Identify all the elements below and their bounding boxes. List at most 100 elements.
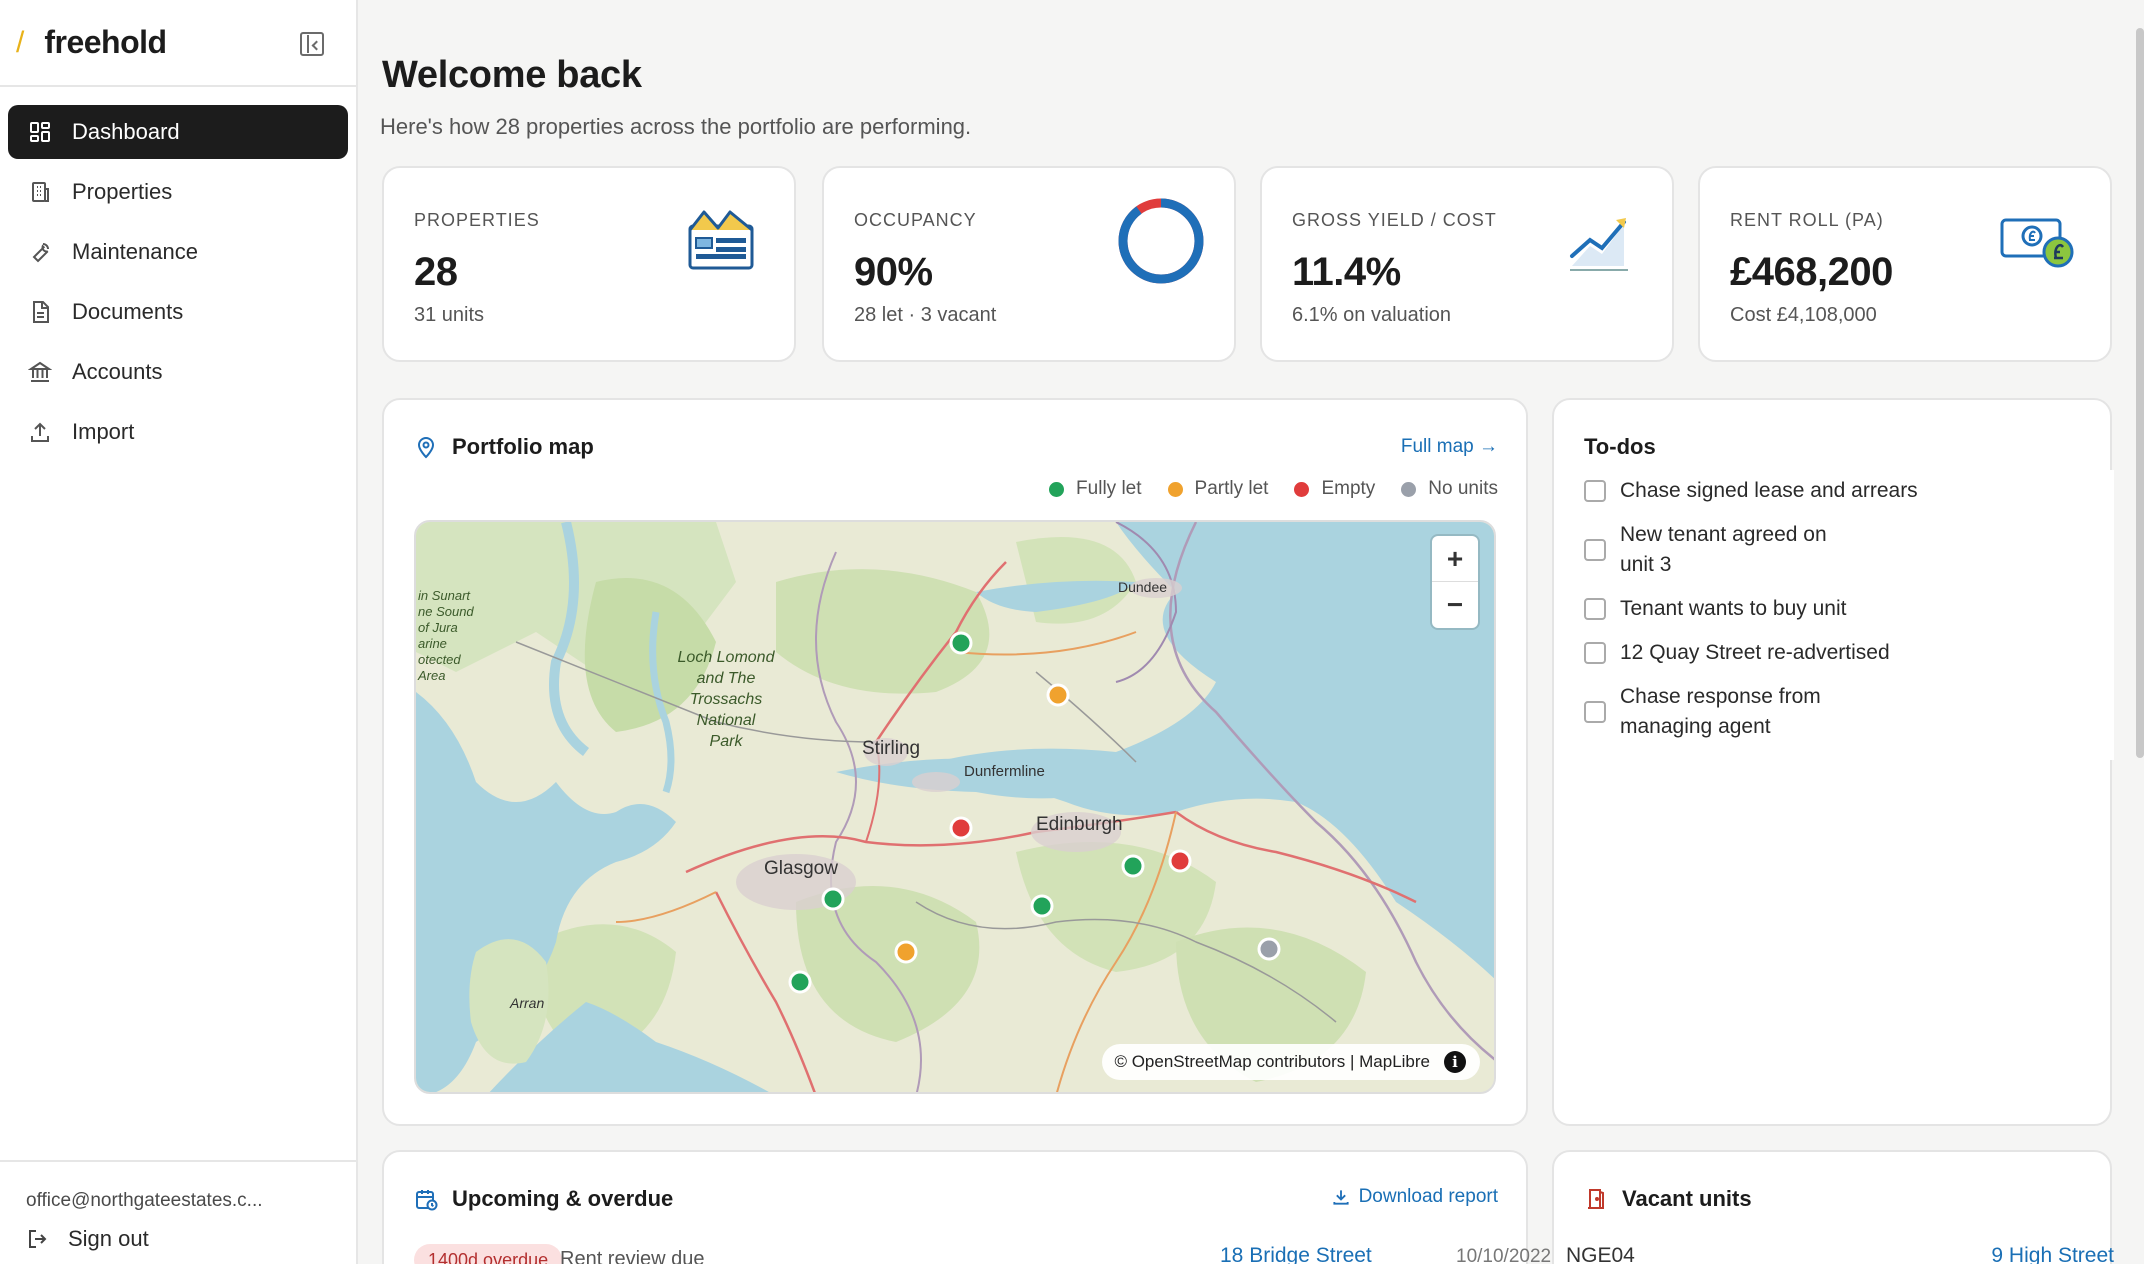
sidebar-item-accounts[interactable]: Accounts: [8, 345, 348, 399]
property-marker[interactable]: [894, 940, 918, 964]
full-map-link[interactable]: Full map →: [1401, 436, 1498, 458]
sign-out-label: Sign out: [68, 1226, 149, 1251]
map-label: ne Sound: [418, 604, 474, 619]
map-canvas[interactable]: Dundee Loch Lomond and The Trossachs Nat…: [414, 520, 1496, 1094]
stat-value: £468,200: [1730, 250, 1893, 294]
map-label: Loch Lomond: [678, 649, 776, 666]
upcoming-header: Upcoming & overdue: [414, 1186, 673, 1212]
upcoming-title: Upcoming & overdue: [452, 1186, 674, 1211]
upload-icon: [28, 420, 52, 444]
legend-label: Fully let: [1076, 478, 1142, 499]
map-attribution: © OpenStreetMap contributors | MapLibre …: [1102, 1044, 1480, 1080]
property-marker[interactable]: [1257, 937, 1281, 961]
vacant-property-link[interactable]: 9 High Street: [1991, 1244, 2114, 1264]
sidebar-item-import[interactable]: Import: [8, 405, 348, 459]
zoom-out-button[interactable]: −: [1432, 582, 1478, 628]
stat-sub: 6.1% on valuation: [1292, 304, 1452, 326]
download-label: Download report: [1358, 1186, 1498, 1207]
property-marker[interactable]: [1168, 849, 1192, 873]
stat-value: 11.4%: [1292, 250, 1401, 294]
stat-card-properties: PROPERTIES 28 31 units: [382, 166, 796, 362]
sidebar-item-documents[interactable]: Documents: [8, 285, 348, 339]
map-label: Glasgow: [764, 858, 838, 879]
zoom-in-button[interactable]: +: [1432, 536, 1478, 582]
map-label: in Sunart: [418, 588, 471, 603]
document-icon: [28, 300, 52, 324]
todo-checkbox[interactable]: [1584, 480, 1606, 502]
user-email: office@northgateestates.c...: [26, 1190, 263, 1211]
trend-up-icon: [1570, 218, 1628, 271]
legend-dot: [1049, 481, 1065, 497]
map-label: arine: [418, 636, 447, 651]
vacant-title: Vacant units: [1622, 1186, 1752, 1211]
occupancy-ring-icon: [1118, 198, 1204, 284]
todo-item: New tenant agreed on unit 3: [1584, 520, 1964, 580]
legend-label: No units: [1428, 478, 1498, 499]
bank-icon: [27, 360, 53, 384]
stat-sub: 28 let · 3 vacant: [854, 304, 997, 326]
todo-text: Tenant wants to buy unit: [1620, 597, 1847, 620]
todo-checkbox[interactable]: [1584, 539, 1606, 561]
property-marker[interactable]: [821, 887, 845, 911]
map-pin-icon: [417, 437, 435, 459]
property-marker[interactable]: [949, 631, 973, 655]
logo-mark: /: [16, 25, 25, 59]
property-board-icon: [688, 210, 754, 270]
property-marker[interactable]: [1046, 683, 1070, 707]
stat-value: 28: [414, 250, 458, 294]
sidebar-item-dashboard[interactable]: Dashboard: [8, 105, 348, 159]
scrollbar-thumb[interactable]: [2136, 28, 2144, 758]
download-report-link[interactable]: Download report: [1331, 1186, 1498, 1208]
money-icon: [2000, 218, 2074, 268]
sidebar-item-maintenance[interactable]: Maintenance: [8, 225, 348, 279]
sidebar-item-properties[interactable]: Properties: [8, 165, 348, 219]
info-icon[interactable]: i: [1444, 1051, 1466, 1073]
todo-item: 12 Quay Street re-advertised: [1584, 638, 1964, 668]
sidebar-item-label: Maintenance: [72, 239, 198, 264]
property-marker[interactable]: [1030, 894, 1054, 918]
todo-item: Tenant wants to buy unit: [1584, 594, 1964, 624]
sidebar-item-label: Accounts: [72, 359, 163, 384]
logo-text: freehold: [44, 24, 167, 60]
map-zoom-controls: + −: [1432, 536, 1478, 628]
legend-label: Partly let: [1194, 478, 1269, 499]
stat-card-rent-roll: RENT ROLL (PA) £468,200 Cost £4,108,000: [1698, 166, 2112, 362]
todo-checkbox[interactable]: [1584, 642, 1606, 664]
stat-label: PROPERTIES: [414, 210, 540, 230]
wrench-icon: [28, 240, 52, 264]
legend-item-no-units: No units: [1401, 478, 1498, 500]
todo-list: Chase signed lease and arrears New tenan…: [1584, 476, 1964, 756]
map-label: and The: [697, 670, 756, 687]
todo-text: 12 Quay Street re-advertised: [1620, 641, 1890, 664]
sign-out-button[interactable]: Sign out: [26, 1226, 149, 1252]
stat-label: RENT ROLL (PA): [1730, 210, 1884, 230]
todo-checkbox[interactable]: [1584, 598, 1606, 620]
collapse-sidebar-icon[interactable]: [300, 32, 324, 56]
legend-dot: [1294, 481, 1310, 497]
upcoming-row-date: 10/10/2022: [1456, 1246, 1552, 1264]
sign-out-icon: [29, 1230, 47, 1248]
property-marker[interactable]: [788, 970, 812, 994]
map-label: otected: [418, 652, 461, 667]
sidebar-footer: office@northgateestates.c... Sign out: [0, 1160, 356, 1264]
todo-text: New tenant agreed on unit 3: [1620, 523, 1827, 576]
legend-item-partly-let: Partly let: [1167, 478, 1269, 500]
todos-scroll-edge: [2104, 470, 2114, 760]
todo-text: Chase response from managing agent: [1620, 685, 1821, 738]
legend-item-fully-let: Fully let: [1049, 478, 1142, 500]
map-label: Dunfermline: [964, 763, 1045, 780]
property-marker[interactable]: [1121, 854, 1145, 878]
page-title: Welcome back: [382, 54, 642, 96]
todo-text: Chase signed lease and arrears: [1620, 479, 1918, 502]
download-icon: [1332, 1190, 1349, 1205]
todo-checkbox[interactable]: [1584, 701, 1606, 723]
stat-card-occupancy: OCCUPANCY 90% 28 let · 3 vacant: [822, 166, 1236, 362]
vacant-header: Vacant units: [1584, 1186, 1752, 1212]
stat-label: OCCUPANCY: [854, 210, 977, 230]
property-link[interactable]: 18 Bridge Street: [1220, 1244, 1372, 1264]
page-scrollbar[interactable]: [2136, 0, 2144, 1264]
stat-value: 90%: [854, 250, 933, 294]
property-marker[interactable]: [949, 816, 973, 840]
map-label: Edinburgh: [1036, 814, 1123, 835]
map-label: Area: [417, 668, 445, 683]
